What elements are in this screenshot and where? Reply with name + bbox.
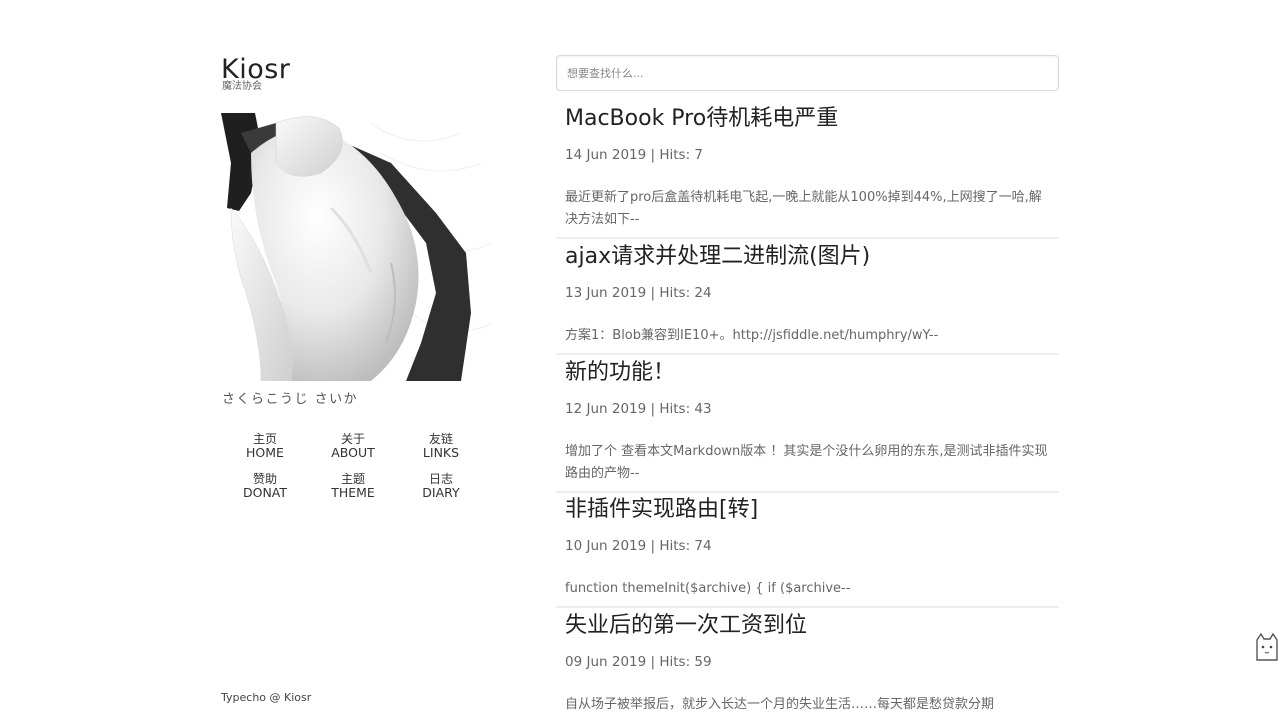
nav-item-donate[interactable]: 赞助 DONAT: [221, 472, 309, 512]
nav-label-zh: 日志: [428, 472, 453, 486]
post-title-link[interactable]: 新的功能！: [565, 359, 675, 387]
post-divider: [556, 606, 1059, 608]
author-name: さくらこうじ さいか: [222, 392, 359, 407]
nav-item-theme[interactable]: 主题 THEME: [309, 472, 397, 512]
nav-label-en: THEME: [331, 485, 375, 500]
post-excerpt: 最近更新了pro后盒盖待机耗电飞起,一晚上就能从100%掉到44%,上网搜了一哈…: [565, 190, 1042, 227]
nav-item-home[interactable]: 主页 HOME: [221, 432, 309, 472]
post-excerpt: function themeInit($archive) { if ($arch…: [565, 581, 851, 596]
post-title-link[interactable]: 失业后的第一次工资到位: [565, 612, 807, 640]
post-divider: [556, 491, 1059, 493]
post-title-link[interactable]: ajax请求并处理二进制流(图片): [565, 243, 870, 271]
nav-label-zh: 友链: [428, 432, 453, 446]
nav-label-en: DONAT: [242, 485, 288, 500]
search-input[interactable]: [556, 55, 1059, 91]
nav-label-en: DIARY: [422, 485, 460, 500]
post-meta: 14 Jun 2019 | Hits: 7: [565, 147, 703, 163]
post-excerpt: 自从场子被举报后，就步入长达一个月的失业生活……每天都是愁贷款分期: [565, 697, 995, 712]
nav-label-en: ABOUT: [331, 445, 375, 460]
post-meta: 09 Jun 2019 | Hits: 59: [565, 654, 712, 670]
page: Kiosr 魔法协会 さくらこうじ さいか 主页 HOME 关于 ABOUT 友…: [0, 0, 1280, 720]
site-footer: Typecho @ Kiosr: [221, 691, 312, 704]
post-meta: 12 Jun 2019 | Hits: 43: [565, 401, 712, 417]
post-excerpt: 增加了个 查看本文Markdown版本 ！其实是个没什么卵用的东东,是测试非插件…: [565, 444, 1048, 481]
nav-item-diary[interactable]: 日志 DIARY: [397, 472, 485, 512]
nav-item-links[interactable]: 友链 LINKS: [397, 432, 485, 472]
nav-label-en: HOME: [246, 445, 284, 460]
nav-item-about[interactable]: 关于 ABOUT: [309, 432, 397, 472]
post-excerpt: 方案1：Blob兼容到IE10+。http://jsfiddle.net/hum…: [565, 328, 939, 343]
nav-label-zh: 关于: [340, 432, 365, 446]
nav-label-zh: 主页: [252, 432, 277, 446]
main-navigation: 主页 HOME 关于 ABOUT 友链 LINKS 赞助 DONAT 主题 TH…: [221, 432, 485, 512]
post-meta: 13 Jun 2019 | Hits: 24: [565, 285, 712, 301]
cat-widget-icon[interactable]: [1254, 632, 1280, 664]
nav-label-zh: 主题: [340, 472, 365, 486]
sidebar: Kiosr 魔法协会 さくらこうじ さいか 主页 HOME 关于 ABOUT 友…: [221, 55, 521, 715]
post-title-link[interactable]: MacBook Pro待机耗电严重: [565, 105, 838, 133]
post-meta: 10 Jun 2019 | Hits: 74: [565, 538, 712, 554]
author-avatar-image: [221, 113, 494, 381]
nav-label-en: LINKS: [422, 445, 460, 460]
post-divider: [556, 353, 1059, 355]
post-title-link[interactable]: 非插件实现路由[转]: [565, 496, 758, 524]
site-subtitle: 魔法协会: [222, 81, 262, 92]
nav-label-zh: 赞助: [252, 472, 277, 486]
post-divider: [556, 237, 1059, 239]
post-list: MacBook Pro待机耗电严重 14 Jun 2019 | Hits: 7 …: [556, 55, 1059, 720]
